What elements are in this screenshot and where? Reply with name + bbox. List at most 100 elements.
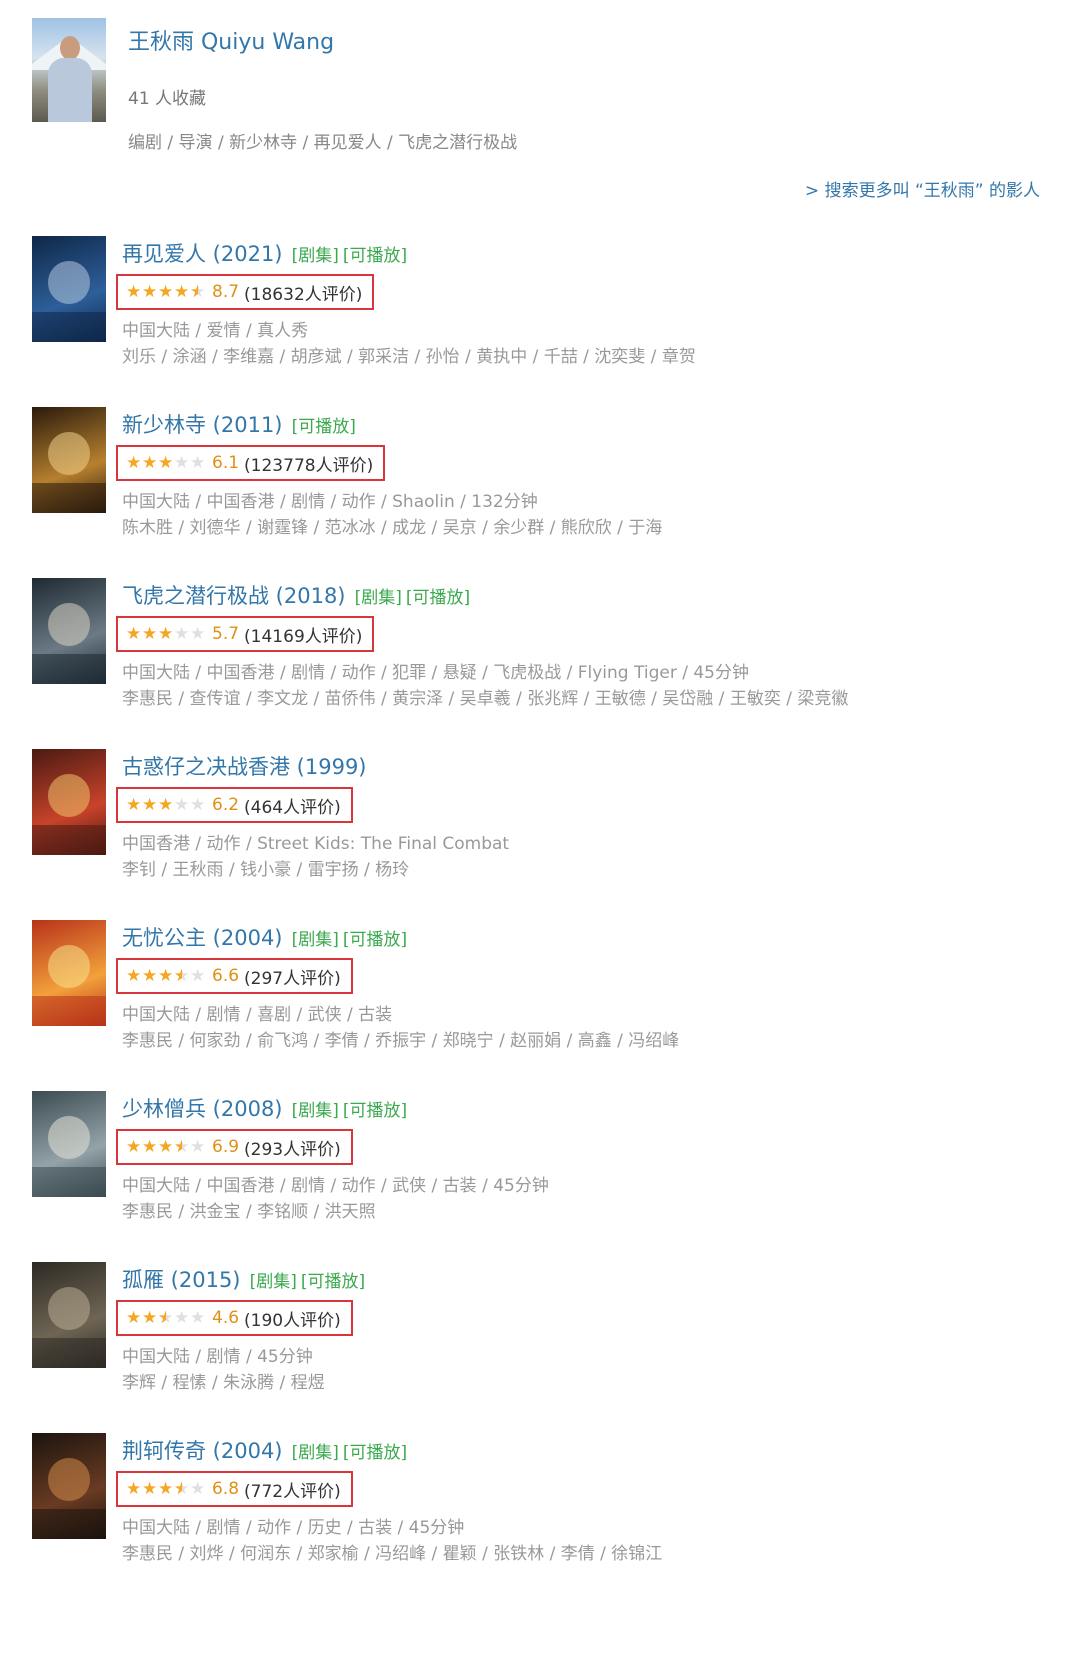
star-icon: ★ [142,453,158,473]
poster-band [32,996,106,1026]
rating-stars: ★ ★ ★ ★ ★ [126,1480,206,1498]
avatar-torso [48,58,92,122]
star-icon: ★ [174,1308,190,1328]
poster-glow [48,432,90,475]
movie-poster[interactable] [32,578,106,684]
poster-band [32,1167,106,1197]
star-icon: ★ [142,966,158,986]
rating-highlight-box: ★★★★★ 6.9 (293人评价) [116,1129,353,1165]
poster-glow [48,1287,90,1330]
star-icon: ★ [190,453,206,473]
tag-series[interactable]: [剧集] [292,246,339,266]
rating-score: 6.1 [212,453,240,473]
movie-title-link[interactable]: 少林僧兵 (2008) [122,1097,283,1121]
tag-series[interactable]: [剧集] [355,588,402,608]
tag-playable[interactable]: [可播放] [292,417,356,437]
search-more-link[interactable]: > 搜索更多叫 “王秋雨” 的影人 [805,176,1040,201]
rating-votes: (123778人评价) [244,455,374,476]
movie-title-link[interactable]: 无忧公主 (2004) [122,926,283,950]
movie-meta: 中国大陆 / 剧情 / 动作 / 历史 / 古装 / 45分钟 [122,1518,465,1538]
tag-series[interactable]: [剧集] [292,1443,339,1463]
star-icon: ★ [174,795,190,815]
star-icon: ★ [158,624,174,644]
star-icon: ★ [190,795,206,815]
movie-poster[interactable] [32,236,106,342]
movie-cast: 李惠民 / 洪金宝 / 李铭顺 / 洪天照 [122,1202,376,1222]
movie-title-link[interactable]: 孤雁 (2015) [122,1268,241,1292]
movie-cast: 李惠民 / 查传谊 / 李文龙 / 苗侨伟 / 黄宗泽 / 吴卓羲 / 张兆辉 … [122,689,849,709]
tag-series[interactable]: [剧集] [292,930,339,950]
movie-title-link[interactable]: 古惑仔之决战香港 (1999) [122,755,367,779]
person-avatar[interactable] [32,18,106,122]
tag-playable[interactable]: [可播放] [301,1272,365,1292]
movie-poster[interactable] [32,407,106,513]
star-icon: ★ [126,624,142,644]
rating-votes: (293人评价) [244,1139,341,1160]
movie-item: 飞虎之潜行极战 (2018) [剧集] [可播放] ★ ★ ★ ★ ★ 5.7 (1416… [32,578,1062,749]
person-header: 王秋雨 Quiyu Wang 41 人收藏 编剧 / 导演 / 新少林寺 / 再… [32,18,1062,218]
star-icon: ★ [174,1480,190,1498]
poster-band [32,825,106,855]
rating-votes: (190人评价) [244,1310,341,1331]
tag-playable[interactable]: [可播放] [343,246,407,266]
movie-cast: 李钊 / 王秋雨 / 钱小豪 / 雷宇扬 / 杨玲 [122,860,410,880]
star-icon: ★ [158,966,174,986]
rating-score: 6.8 [212,1479,240,1499]
tag-playable[interactable]: [可播放] [406,588,470,608]
person-name-link[interactable]: 王秋雨 Quiyu Wang [128,24,334,56]
tag-playable[interactable]: [可播放] [343,1101,407,1121]
rating-score: 4.6 [212,1308,240,1328]
star-icon: ★ [190,624,206,644]
star-icon: ★ [190,1479,206,1499]
movie-item: 新少林寺 (2011) [可播放] ★ ★ ★ ★ ★ 6.1 (123778人评价) … [32,407,1062,578]
movie-title-link[interactable]: 荆轲传奇 (2004) [122,1439,283,1463]
movie-meta: 中国大陆 / 中国香港 / 剧情 / 动作 / Shaolin / 132分钟 [122,492,538,512]
movie-meta: 中国大陆 / 中国香港 / 剧情 / 动作 / 武侠 / 古装 / 45分钟 [122,1176,549,1196]
movie-meta: 中国大陆 / 中国香港 / 剧情 / 动作 / 犯罪 / 悬疑 / 飞虎极战 /… [122,663,749,683]
movie-poster[interactable] [32,1091,106,1197]
star-icon: ★ [126,1479,142,1499]
movie-poster[interactable] [32,1433,106,1539]
star-icon: ★ [174,967,190,985]
tag-series[interactable]: [剧集] [292,1101,339,1121]
rating-votes: (14169人评价) [244,626,363,647]
star-icon: ★ [126,282,142,302]
star-icon: ★ [126,966,142,986]
poster-glow [48,261,90,304]
rating-stars: ★ ★ ★ ★ ★ [126,454,206,472]
tag-playable[interactable]: [可播放] [343,930,407,950]
movie-list: 再见爱人 (2021) [剧集][可播放] ★★★★★ 8.7 (18632人评… [32,236,1062,1604]
star-icon: ★ [158,453,174,473]
rating-score: 5.7 [212,624,240,644]
poster-glow [48,945,90,988]
star-icon: ★ [126,795,142,815]
movie-title-link[interactable]: 再见爱人 (2021) [122,242,283,266]
movie-title-link[interactable]: 飞虎之潜行极战 (2018) [122,584,346,608]
star-icon: ★ [190,283,206,301]
movie-title-link[interactable]: 新少林寺 (2011) [122,413,283,437]
rating-highlight-box: ★ ★ ★ ★ ★ 6.1 (123778人评价) [116,445,386,481]
rating-highlight-box: ★ ★ ★ ★ ★ 5.7 (14169人评价) [116,616,375,652]
star-icon: ★ [174,453,190,473]
poster-band [32,312,106,342]
poster-glow [48,603,90,646]
rating-stars: ★ ★ ★ ★ ★ [126,625,206,643]
tag-playable[interactable]: [可播放] [343,1443,407,1463]
star-icon: ★ [142,282,158,302]
person-collect-count: 41 人收藏 [128,89,207,109]
rating-votes: (297人评价) [244,968,341,989]
movie-poster[interactable] [32,1262,106,1368]
movie-title-row: 少林僧兵 (2008) [剧集] [可播放] [122,1093,407,1123]
star-icon: ★ [158,282,174,302]
star-icon: ★ [142,795,158,815]
star-icon: ★ [142,1479,158,1499]
star-icon: ★ [158,1137,174,1157]
movie-poster[interactable] [32,920,106,1026]
tag-series[interactable]: [剧集] [250,1272,297,1292]
movie-meta: 中国大陆 / 剧情 / 喜剧 / 武侠 / 古装 [122,1005,393,1025]
movie-item: 再见爱人 (2021) [剧集][可播放] ★★★★★ 8.7 (18632人评… [32,236,1062,407]
star-icon: ★ [174,1138,190,1156]
rating-stars: ★ ★ ★ ★ ★ [126,1138,206,1156]
movie-poster[interactable] [32,749,106,855]
star-icon: ★ [158,795,174,815]
